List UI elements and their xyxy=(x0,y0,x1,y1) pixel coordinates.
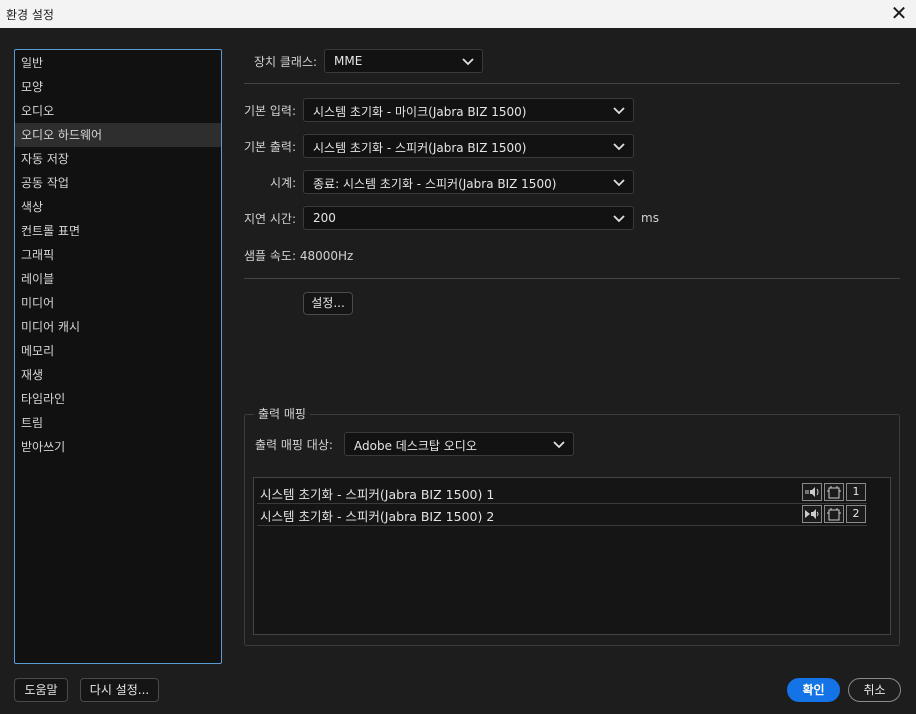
close-icon[interactable]: ✕ xyxy=(888,2,910,24)
default-input-label: 기본 입력: xyxy=(244,104,297,118)
clock-label: 시계: xyxy=(270,176,297,190)
ok-button[interactable]: 확인 xyxy=(787,678,840,702)
preferences-sidebar: 일반 모양 오디오 오디오 하드웨어 자동 저장 공동 작업 색상 컨트롤 표면… xyxy=(14,49,222,664)
settings-button[interactable]: 설정... xyxy=(303,292,353,315)
default-input-dropdown[interactable]: 시스템 초기화 - 마이크(Jabra BIZ 1500) xyxy=(303,98,634,122)
channel-number: 2 xyxy=(846,505,866,523)
sidebar-item-transcription[interactable]: 받아쓰기 xyxy=(15,435,221,459)
chevron-down-icon xyxy=(613,179,625,187)
channel-number: 1 xyxy=(846,483,866,501)
default-output-label: 기본 출력: xyxy=(244,140,297,154)
help-button[interactable]: 도움말 xyxy=(14,678,68,702)
speaker-right-icon[interactable] xyxy=(802,505,822,523)
device-class-value: MME xyxy=(334,54,363,68)
latency-dropdown[interactable]: 200 xyxy=(303,206,634,230)
sidebar-item-audio[interactable]: 오디오 xyxy=(15,99,221,123)
sidebar-item-graphics[interactable]: 그래픽 xyxy=(15,243,221,267)
mapping-target-value: Adobe 데스크탑 오디오 xyxy=(354,439,477,453)
list-item[interactable]: 시스템 초기화 - 스피커(Jabra BIZ 1500) 1 1 xyxy=(257,482,867,504)
output-mapping-list[interactable]: 시스템 초기화 - 스피커(Jabra BIZ 1500) 1 1 시스템 초기… xyxy=(253,477,891,635)
mapping-target-label: 출력 매핑 대상: xyxy=(255,438,333,452)
chevron-down-icon xyxy=(462,58,474,66)
chevron-down-icon xyxy=(553,441,565,449)
chevron-down-icon xyxy=(613,107,625,115)
clock-dropdown[interactable]: 종료: 시스템 초기화 - 스피커(Jabra BIZ 1500) xyxy=(303,170,634,194)
chevron-down-icon xyxy=(613,143,625,151)
divider xyxy=(244,83,900,84)
chevron-down-icon xyxy=(613,215,625,223)
cancel-button[interactable]: 취소 xyxy=(848,678,901,702)
assign-channel-icon[interactable] xyxy=(824,505,844,523)
mapping-row-label: 시스템 초기화 - 스피커(Jabra BIZ 1500) 1 xyxy=(260,487,495,502)
mapping-row-label: 시스템 초기화 - 스피커(Jabra BIZ 1500) 2 xyxy=(260,509,495,524)
sidebar-item-timeline[interactable]: 타임라인 xyxy=(15,387,221,411)
window-title: 환경 설정 xyxy=(6,8,54,22)
mapping-target-dropdown[interactable]: Adobe 데스크탑 오디오 xyxy=(344,432,574,456)
clock-value: 종료: 시스템 초기화 - 스피커(Jabra BIZ 1500) xyxy=(313,177,557,191)
latency-label: 지연 시간: xyxy=(244,212,297,226)
sidebar-item-auto-save[interactable]: 자동 저장 xyxy=(15,147,221,171)
sample-rate-text: 샘플 속도: 48000Hz xyxy=(244,249,354,263)
sidebar-item-appearance[interactable]: 모양 xyxy=(15,75,221,99)
speaker-left-icon[interactable] xyxy=(802,483,822,501)
assign-channel-icon[interactable] xyxy=(824,483,844,501)
latency-unit: ms xyxy=(641,211,659,225)
default-input-value: 시스템 초기화 - 마이크(Jabra BIZ 1500) xyxy=(313,105,527,119)
device-class-dropdown[interactable]: MME xyxy=(324,49,483,73)
title-bar xyxy=(0,0,916,28)
divider xyxy=(244,278,900,279)
sidebar-item-color[interactable]: 색상 xyxy=(15,195,221,219)
sidebar-item-media-cache[interactable]: 미디어 캐시 xyxy=(15,315,221,339)
reset-button[interactable]: 다시 설정... xyxy=(80,678,159,702)
sidebar-item-labels[interactable]: 레이블 xyxy=(15,267,221,291)
sidebar-item-memory[interactable]: 메모리 xyxy=(15,339,221,363)
default-output-dropdown[interactable]: 시스템 초기화 - 스피커(Jabra BIZ 1500) xyxy=(303,134,634,158)
device-class-label: 장치 클래스: xyxy=(254,55,318,69)
list-item[interactable]: 시스템 초기화 - 스피커(Jabra BIZ 1500) 2 2 xyxy=(257,504,867,526)
sidebar-item-control-surface[interactable]: 컨트롤 표면 xyxy=(15,219,221,243)
sidebar-item-trim[interactable]: 트림 xyxy=(15,411,221,435)
default-output-value: 시스템 초기화 - 스피커(Jabra BIZ 1500) xyxy=(313,141,527,155)
sidebar-item-media[interactable]: 미디어 xyxy=(15,291,221,315)
sidebar-item-collaboration[interactable]: 공동 작업 xyxy=(15,171,221,195)
sidebar-item-general[interactable]: 일반 xyxy=(15,51,221,75)
sidebar-item-playback[interactable]: 재생 xyxy=(15,363,221,387)
sidebar-item-audio-hardware[interactable]: 오디오 하드웨어 xyxy=(15,123,221,147)
output-mapping-title: 출력 매핑 xyxy=(254,405,310,422)
latency-value: 200 xyxy=(313,211,336,225)
